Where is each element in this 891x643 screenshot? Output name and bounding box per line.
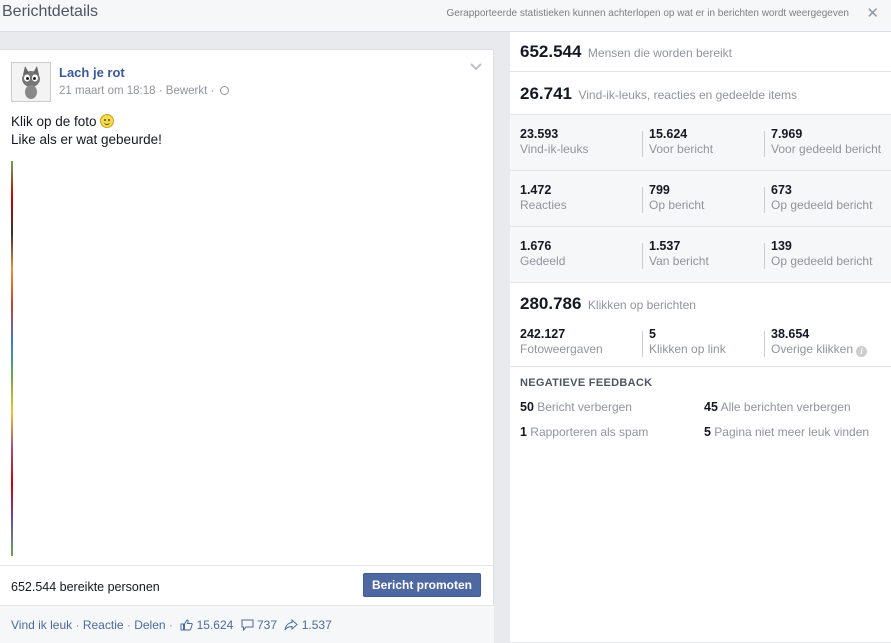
negative-feedback-title: NEGATIEVE FEEDBACK: [520, 377, 653, 389]
likes-row: 23.593 Vind-ik-leuks 15.624 Voor bericht 7…: [510, 115, 891, 171]
like-count[interactable]: 15.624: [197, 618, 234, 632]
reach-bar: 652.544 bereikte personen Bericht promot…: [0, 565, 494, 605]
reach-summary: 652.544 Mensen die worden bereikt: [510, 32, 891, 72]
share-link[interactable]: Delen: [134, 618, 165, 632]
thumbs-up-icon: [180, 619, 194, 631]
globe-icon[interactable]: [219, 86, 229, 95]
shares-row: 1.676 Gedeeld 1.537 Van bericht 139 Op gede…: [510, 227, 891, 283]
negative-item: 1 Rapporteren als spam: [520, 425, 649, 439]
stats-delay-notice: Gerapporteerde statistieken kunnen achte…: [446, 8, 849, 19]
page-name-link[interactable]: Lach je rot: [59, 65, 125, 80]
stats-panel: 652.544 Mensen die worden bereikt 26.741…: [510, 32, 891, 642]
negative-item: 50 Bericht verbergen: [520, 400, 632, 414]
negative-item: 45 Alle berichten verbergen: [704, 400, 851, 414]
promote-post-button[interactable]: Bericht promoten: [363, 573, 481, 597]
reach-label: Mensen die worden bereikt: [587, 46, 732, 60]
share-icon: [284, 619, 299, 631]
post-meta: 21 maart om 18:18 · Bewerkt ·: [59, 85, 229, 97]
comments-row: 1.472 Reacties 799 Op bericht 673 Op gedeel…: [510, 171, 891, 227]
post-photo[interactable]: [11, 161, 13, 556]
chevron-down-icon[interactable]: [470, 62, 482, 72]
dialog-header: Berichtdetails Gerapporteerde statistiek…: [0, 0, 891, 32]
reached-people: 652.544 bereikte personen: [11, 580, 160, 594]
post-timestamp[interactable]: 21 maart om 18:18: [59, 85, 156, 97]
like-link[interactable]: Vind ik leuk: [11, 618, 72, 632]
meta-separator: ·: [210, 85, 215, 97]
comment-link[interactable]: Reactie: [83, 618, 124, 632]
reach-value: 652.544: [520, 42, 582, 61]
post-text: Klik op de foto Like als er wat gebeurde…: [11, 114, 162, 147]
meta-separator: ·: [158, 85, 163, 97]
comment-count[interactable]: 737: [257, 618, 277, 632]
post-preview: Lach je rot 21 maart om 18:18 · Bewerkt …: [0, 49, 494, 643]
clicks-breakdown: 242.127 Fotoweergaven 5 Klikken op link 38…: [510, 319, 891, 367]
engagement-grid: 23.593 Vind-ik-leuks 15.624 Voor bericht 7…: [510, 115, 891, 283]
clicks-value: 280.786: [520, 294, 582, 313]
smiley-icon: [100, 114, 115, 128]
dialog-title: Berichtdetails: [2, 3, 99, 20]
negative-item: 5 Pagina niet meer leuk vinden: [704, 425, 870, 439]
clicks-label: Klikken op berichten: [587, 298, 696, 312]
info-icon[interactable]: i: [856, 346, 868, 357]
engagement-summary: 26.741 Vind-ik-leuks, reacties en gedeel…: [510, 72, 891, 115]
share-count[interactable]: 1.537: [302, 618, 332, 632]
post-actions: Vind ik leuk · Reactie · Delen · 15.624 …: [0, 605, 494, 643]
comment-icon: [241, 619, 254, 631]
page-avatar[interactable]: [11, 62, 51, 102]
clicks-summary: 280.786 Klikken op berichten: [520, 294, 696, 314]
engagement-label: Vind-ik-leuks, reacties en gedeelde item…: [578, 88, 798, 102]
edited-label[interactable]: Bewerkt: [166, 85, 208, 97]
engagement-value: 26.741: [520, 84, 572, 103]
close-icon[interactable]: ✕: [866, 4, 879, 22]
